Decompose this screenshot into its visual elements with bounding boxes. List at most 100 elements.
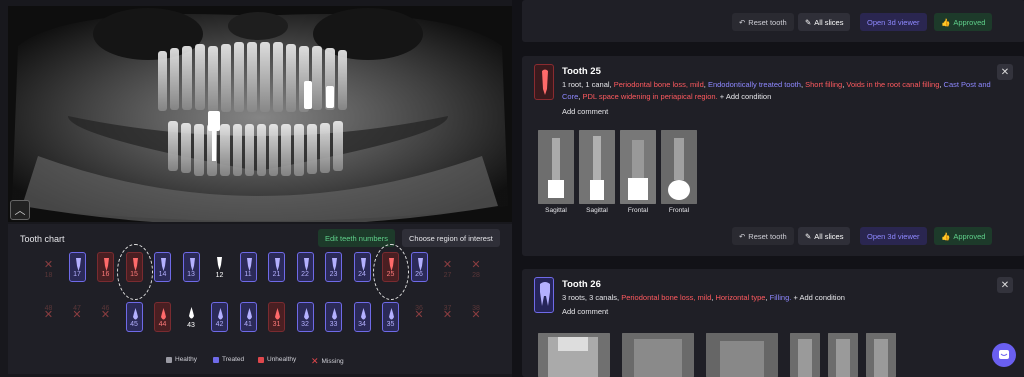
tooth-cell-48[interactable]: ✕ 48 [40,302,57,332]
tooth-cell-37[interactable]: ✕ 37 [439,302,456,332]
reset-tooth-button[interactable]: ↶ Reset tooth [732,227,794,245]
tooth-cell-36[interactable]: ✕ 36 [411,302,428,332]
tooth-cell-47[interactable]: ✕ 47 [69,302,86,332]
tooth-cell-21[interactable]: 21 [268,252,285,282]
tooth-number: 27 [443,272,452,279]
tooth-shape-icon [189,258,195,271]
thumbnail-label: Frontal [668,207,690,214]
tooth-cell-24[interactable]: 24 [353,252,371,282]
approved-button[interactable]: 👍 Approved [934,227,993,245]
slice-thumbnail[interactable] [866,333,896,377]
add-comment-link: Add comment [562,307,609,316]
right-panel: ↶ Reset tooth ✎ All slices Open 3d viewer … [512,0,1024,377]
slice-thumbnail[interactable] [706,333,778,377]
slice-thumbnail[interactable] [538,130,574,204]
chat-bubble-icon[interactable] [992,343,1016,367]
tooth-number: 28 [472,272,480,279]
tooth-number: 11 [244,271,252,278]
tooth-shape-icon [75,258,81,271]
condition-tag[interactable]: Short filling [805,80,842,89]
slice-thumbnail[interactable] [790,333,820,377]
tooth-shape-icon [303,308,309,320]
close-icon[interactable]: ✕ [997,64,1013,80]
tooth-cell-17[interactable]: 17 [68,252,86,282]
conditions-list: 3 roots, 3 canals, Periodontal bone loss… [562,293,845,302]
tooth-cell-31[interactable]: 31 [268,302,285,332]
all-slices-button[interactable]: ✎ All slices [798,227,851,245]
tooth-cell-34[interactable]: 34 [353,302,371,332]
tooth-shape-icon [104,258,109,271]
legend-treated: Treated [213,356,244,363]
tooth-number: 33 [329,321,338,328]
slice-thumbnail[interactable] [622,333,694,377]
tooth-number: 26 [415,271,423,278]
slice-thumbnail[interactable] [538,333,610,377]
reset-icon: ↶ [739,231,746,241]
tooth-cell-43[interactable]: 43 [183,302,200,332]
condition-tag[interactable]: Periodontal bone loss, mild [621,293,711,302]
tooth-cell-46[interactable]: ✕ 46 [97,302,114,332]
tooth-cell-13[interactable]: 13 [182,252,200,282]
tooth-chart-panel: Tooth chart Edit teeth numbers Choose re… [8,224,512,374]
condition-tag[interactable]: Endodontically treated tooth [708,80,801,89]
thumbs-up-icon: 👍 [941,17,951,27]
x-icon: ✕ [471,309,481,321]
tooth-cell-12[interactable]: 12 [211,252,228,282]
tooth-cell-28[interactable]: ✕ 28 [468,252,485,282]
reset-icon: ↶ [739,17,746,27]
tooth-cell-33[interactable]: 33 [325,302,342,332]
tooth-card-25: Tooth 25 ✕ 1 root, 1 canal, Periodontal … [522,56,1024,256]
choose-roi-button[interactable]: Choose region of interest [402,229,500,247]
left-panel: ︿ Tooth chart Edit teeth numbers Choose … [0,0,512,377]
tooth-cell-35[interactable]: 35 [382,302,399,332]
tooth-cell-41[interactable]: 41 [239,302,257,332]
tooth-cell-45[interactable]: 45 [125,302,143,332]
tooth-cell-22[interactable]: 22 [296,252,314,282]
tooth-cell-11[interactable]: 11 [239,252,257,282]
slice-thumbnail[interactable] [620,130,656,204]
tooth-cell-27[interactable]: ✕ 27 [439,252,456,282]
x-icon: ✕ [311,356,319,366]
card-title: Tooth 25 [562,66,601,77]
condition-tag[interactable]: Voids in the root canal filling [846,80,939,89]
legend-healthy: Healthy [166,356,197,363]
edit-teeth-numbers-button[interactable]: Edit teeth numbers [318,229,395,247]
condition-tag[interactable]: Filling. [770,293,792,302]
tooth-shape-icon [188,307,194,319]
add-comment-link[interactable]: Add comment [562,107,608,116]
tooth-cell-16[interactable]: 16 [97,252,114,282]
tooth-cell-23[interactable]: 23 [325,252,342,282]
x-icon: ✕ [43,309,54,321]
slice-thumbnail[interactable] [828,333,858,377]
all-slices-button[interactable]: ✎ All slices [798,13,851,31]
slice-thumbnail[interactable] [661,130,697,204]
tooth-cell-18[interactable]: ✕ 18 [40,252,57,282]
tooth-number: 16 [101,271,110,278]
open-3d-viewer-button[interactable]: Open 3d viewer [860,227,927,245]
tooth-cell-14[interactable]: 14 [154,252,171,282]
chevron-up-icon[interactable]: ︿ [10,200,30,220]
tooth-number: 43 [187,322,195,329]
condition-tag[interactable]: PDL space widening in periapical region. [582,92,717,101]
tooth-shape-icon [217,257,222,270]
add-condition-link[interactable]: + Add condition [720,92,772,101]
tooth-cell-38[interactable]: ✕ 38 [468,302,485,332]
tooth-cell-26[interactable]: 26 [410,252,428,282]
condition-tag[interactable]: Horizontal type [715,293,765,302]
condition-tag[interactable]: Periodontal bone loss, mild [614,80,704,89]
add-condition-link[interactable]: + Add condition [793,293,845,302]
panoramic-xray[interactable] [8,6,512,222]
x-icon: ✕ [471,259,481,271]
tooth-cell-42[interactable]: 42 [211,302,228,332]
slice-thumbnail[interactable] [579,130,615,204]
tooth-number: 17 [73,271,81,278]
tooth-cell-32[interactable]: 32 [296,302,314,332]
close-icon[interactable]: ✕ [997,277,1013,293]
x-icon: ✕ [43,259,54,271]
tooth-cell-44[interactable]: 44 [154,302,171,332]
open-3d-viewer-button[interactable]: Open 3d viewer [860,13,927,31]
tooth-shape-icon [161,258,166,271]
approved-button[interactable]: 👍 Approved [934,13,993,31]
reset-tooth-button[interactable]: ↶ Reset tooth [732,13,794,31]
x-icon: ✕ [72,309,82,321]
